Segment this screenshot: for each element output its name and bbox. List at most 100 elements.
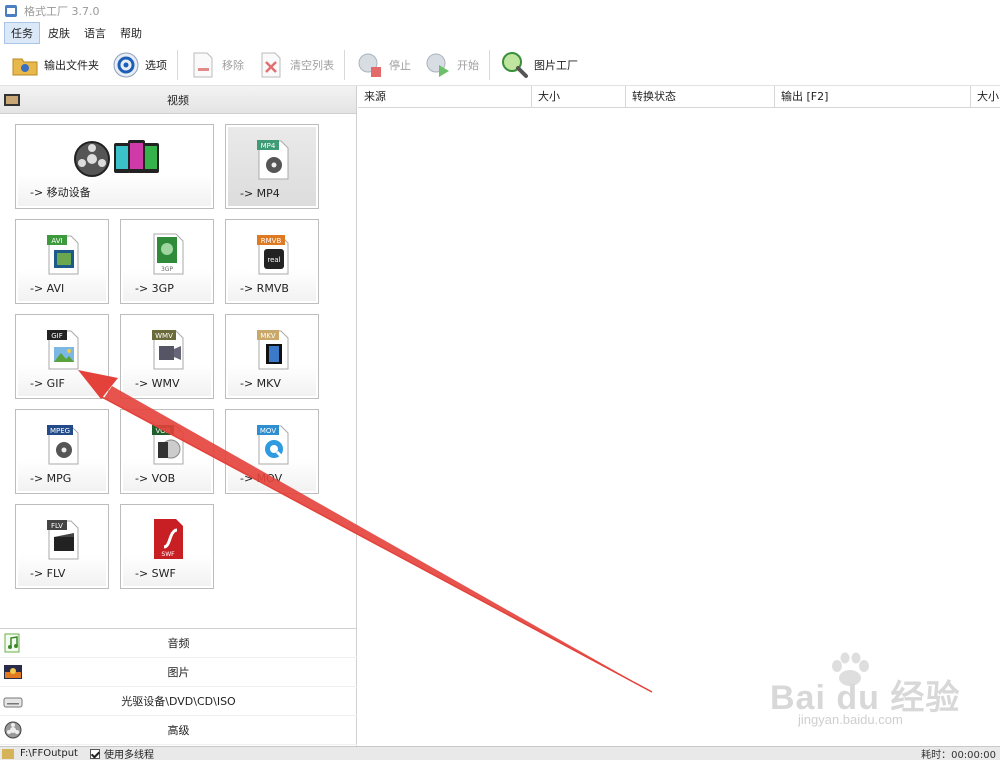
mpeg-file-icon: MPEG (47, 425, 79, 465)
watermark-url: jingyan.baidu.com (798, 712, 903, 727)
format-tile-grid: -> 移动设备 MP4 -> MP4 AVI -> AVI 3GP -> 3GP… (0, 114, 356, 626)
tile-label: -> GIF (30, 377, 65, 390)
remove-button[interactable]: 移除 (182, 47, 250, 83)
tile-avi[interactable]: AVI -> AVI (15, 219, 109, 304)
tile-swf[interactable]: SWF -> SWF (120, 504, 214, 589)
tile-wmv[interactable]: WMV -> WMV (120, 314, 214, 399)
tile-mpg[interactable]: MPEG -> MPG (15, 409, 109, 494)
svg-text:RMVB: RMVB (261, 237, 282, 245)
multithread-checkbox[interactable] (89, 748, 100, 759)
3gp-file-icon: 3GP (153, 233, 184, 275)
clear-list-button[interactable]: 清空列表 (250, 47, 340, 83)
rmvb-file-icon: RMVB real (257, 235, 289, 275)
tile-rmvb[interactable]: RMVB real -> RMVB (225, 219, 319, 304)
task-list-header: 来源 大小 转换状态 输出 [F2] 大小 (358, 86, 1000, 108)
tile-flv[interactable]: FLV -> FLV (15, 504, 109, 589)
music-note-icon (4, 633, 20, 653)
category-audio[interactable]: 音频 (0, 629, 357, 658)
picture-icon (4, 665, 22, 679)
film-icon (4, 94, 20, 106)
multithread-label: 使用多线程 (103, 750, 154, 760)
tile-label: -> VOB (135, 472, 176, 485)
column-output[interactable]: 输出 [F2] (775, 86, 971, 108)
toolbar-separator (177, 49, 178, 80)
column-status[interactable]: 转换状态 (626, 86, 775, 108)
options-icon (111, 50, 141, 80)
svg-text:WMV: WMV (155, 332, 173, 340)
stop-icon (355, 50, 385, 80)
app-icon (5, 5, 17, 17)
svg-text:FLV: FLV (51, 522, 63, 530)
mobile-device-icon (74, 140, 159, 177)
toolbar: 输出文件夹 选项 移除 清空列表 停止 开始 图片工厂 (0, 44, 1000, 86)
svg-text:MP4: MP4 (261, 142, 276, 150)
remove-icon (188, 50, 218, 80)
tile-label: -> RMVB (240, 282, 289, 295)
advanced-icon (4, 721, 22, 739)
tile-gif[interactable]: GIF -> GIF (15, 314, 109, 399)
tile-label: -> WMV (135, 377, 180, 390)
column-output-size[interactable]: 大小 (971, 86, 1000, 108)
category-picture[interactable]: 图片 (0, 658, 357, 687)
mp4-file-icon: MP4 (257, 140, 289, 180)
tile-mp4[interactable]: MP4 -> MP4 (225, 124, 319, 209)
tile-label: -> MP4 (240, 187, 280, 200)
flv-file-icon: FLV (47, 520, 79, 560)
magnifier-icon (500, 50, 530, 80)
category-header-video[interactable]: 视频 (0, 86, 356, 114)
mov-file-icon: MOV (257, 425, 289, 465)
picture-factory-button[interactable]: 图片工厂 (494, 47, 584, 83)
tile-label: -> MOV (240, 472, 283, 485)
tile-mobile-device[interactable]: -> 移动设备 (15, 124, 214, 209)
other-categories: 音频 图片 光驱设备\DVD\CD\ISO 高级 (0, 628, 357, 745)
start-icon (423, 50, 453, 80)
tile-label: -> MPG (30, 472, 72, 485)
svg-text:real: real (267, 256, 280, 264)
menu-skin[interactable]: 皮肤 (42, 23, 76, 43)
task-list[interactable]: 来源 大小 转换状态 输出 [F2] 大小 (358, 86, 1000, 746)
tile-label: -> MKV (240, 377, 281, 390)
svg-text:MKV: MKV (260, 332, 276, 340)
avi-file-icon: AVI (47, 235, 79, 275)
category-optical-drive[interactable]: 光驱设备\DVD\CD\ISO (0, 687, 357, 716)
toolbar-separator (344, 49, 345, 80)
tile-label: -> FLV (30, 567, 66, 580)
tile-3gp[interactable]: 3GP -> 3GP (120, 219, 214, 304)
gif-file-icon: GIF (47, 330, 79, 370)
folder-icon (10, 50, 40, 80)
svg-text:AVI: AVI (51, 237, 62, 245)
elapsed-time: 耗时：00:00:00 (921, 750, 996, 760)
svg-text:VOB: VOB (156, 427, 171, 435)
optical-drive-icon (3, 697, 23, 708)
toolbar-separator (489, 49, 490, 80)
output-folder-button[interactable]: 输出文件夹 (4, 47, 105, 83)
svg-text:MOV: MOV (260, 427, 276, 435)
clear-list-icon (256, 50, 286, 80)
menu-bar: 任务 皮肤 语言 帮助 (0, 22, 1000, 44)
tile-mov[interactable]: MOV -> MOV (225, 409, 319, 494)
folder-icon (2, 748, 14, 759)
status-bar: F:\FFOutput 使用多线程 耗时：00:00:00 (0, 746, 1000, 760)
category-panel: 视频 -> 移动设备 MP4 -> MP4 AVI -> AVI 3GP -> … (0, 86, 357, 746)
column-source[interactable]: 来源 (358, 86, 532, 108)
wmv-file-icon: WMV (152, 330, 184, 370)
start-button[interactable]: 开始 (417, 47, 485, 83)
output-path: F:\FFOutput (20, 748, 78, 759)
tile-label: -> 3GP (135, 282, 174, 295)
stop-button[interactable]: 停止 (349, 47, 417, 83)
vob-file-icon: VOB (152, 425, 184, 465)
swf-file-icon: SWF (154, 519, 183, 559)
tile-vob[interactable]: VOB -> VOB (120, 409, 214, 494)
menu-help[interactable]: 帮助 (114, 23, 148, 43)
baidu-watermark: Bai du 经验 jingyan.baidu.com (742, 652, 982, 732)
tile-label: -> 移动设备 (30, 186, 91, 199)
column-size[interactable]: 大小 (532, 86, 626, 108)
svg-text:GIF: GIF (51, 332, 63, 340)
title-bar: 格式工厂 3.7.0 (0, 0, 1000, 22)
menu-language[interactable]: 语言 (78, 23, 112, 43)
tile-mkv[interactable]: MKV -> MKV (225, 314, 319, 399)
options-button[interactable]: 选项 (105, 47, 173, 83)
tile-label: -> AVI (30, 282, 65, 295)
menu-task[interactable]: 任务 (4, 22, 40, 44)
category-advanced[interactable]: 高级 (0, 716, 357, 745)
